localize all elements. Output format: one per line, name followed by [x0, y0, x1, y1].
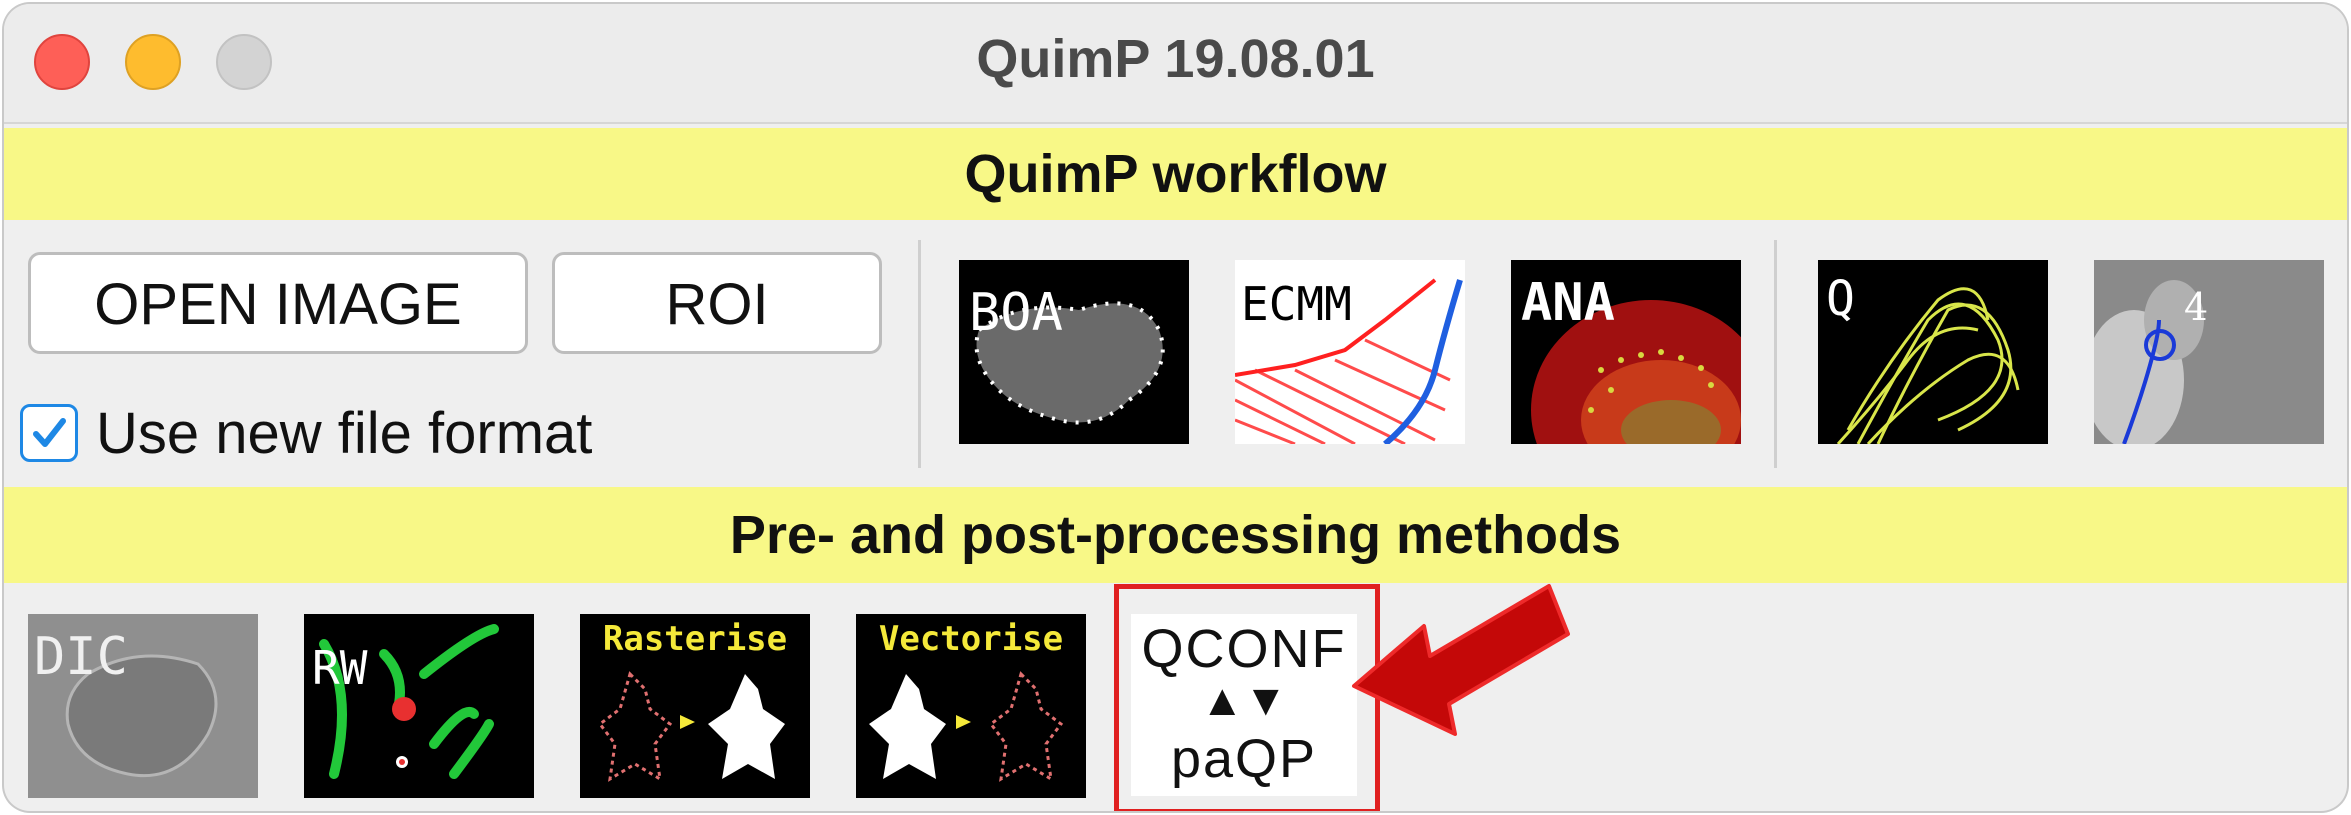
- svg-text:ANA: ANA: [1521, 273, 1615, 333]
- protrusion-analysis-button[interactable]: 4: [2094, 260, 2324, 444]
- boa-button[interactable]: BOA: [959, 260, 1189, 444]
- vectorise-button[interactable]: Vectorise: [856, 614, 1086, 798]
- dic-icon: DIC: [28, 614, 258, 798]
- workflow-header: QuimP workflow: [4, 128, 2347, 220]
- separator-2: [1774, 240, 1777, 468]
- random-walk-icon: RW: [304, 614, 534, 798]
- use-new-file-format-row[interactable]: Use new file format: [20, 398, 592, 468]
- random-walk-button[interactable]: RW: [304, 614, 534, 798]
- title-bar: QuimP 19.08.01: [4, 4, 2347, 124]
- ecmm-icon: ECMM: [1235, 260, 1465, 444]
- window-title: QuimP 19.08.01: [976, 29, 1375, 89]
- separator-1: [918, 240, 921, 468]
- quimp-window: QuimP 19.08.01 QuimP workflow OPEN IMAGE…: [4, 4, 2347, 811]
- q-icon: Q: [1818, 260, 2048, 444]
- prot-analysis-icon: 4: [2094, 260, 2324, 444]
- svg-text:BOA: BOA: [969, 283, 1063, 343]
- svg-text:RW: RW: [312, 641, 368, 695]
- highlight-box: [1114, 584, 1380, 811]
- use-new-file-format-checkbox[interactable]: [20, 404, 78, 462]
- svg-text:Q: Q: [1826, 271, 1855, 327]
- roi-button[interactable]: ROI: [552, 252, 882, 354]
- ana-icon: ANA: [1511, 260, 1741, 444]
- q-button[interactable]: Q: [1818, 260, 2048, 444]
- svg-text:DIC: DIC: [34, 627, 128, 687]
- processing-header: Pre- and post-processing methods: [4, 487, 2347, 583]
- use-new-file-format-label: Use new file format: [96, 400, 593, 466]
- svg-text:Rasterise: Rasterise: [603, 619, 787, 659]
- checkmark-icon: [33, 418, 66, 447]
- pointer-arrow-icon: [1352, 584, 1570, 736]
- dic-button[interactable]: DIC: [28, 614, 258, 798]
- rasterise-icon: Rasterise: [580, 614, 810, 798]
- ana-button[interactable]: ANA: [1511, 260, 1741, 444]
- vectorise-icon: Vectorise: [856, 614, 1086, 798]
- svg-text:ECMM: ECMM: [1241, 277, 1352, 331]
- svg-text:4: 4: [2184, 285, 2208, 329]
- rasterise-button[interactable]: Rasterise: [580, 614, 810, 798]
- ecmm-button[interactable]: ECMM: [1235, 260, 1465, 444]
- open-image-button[interactable]: OPEN IMAGE: [28, 252, 528, 354]
- svg-text:Vectorise: Vectorise: [879, 619, 1063, 659]
- boa-icon: BOA: [959, 260, 1189, 444]
